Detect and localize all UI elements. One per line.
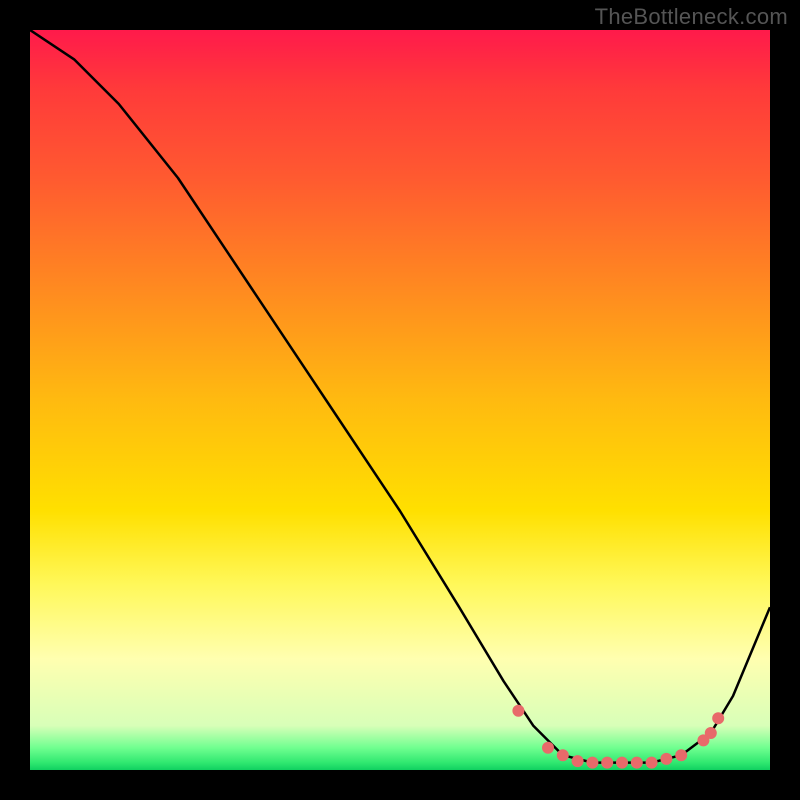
watermark-label: TheBottleneck.com [595, 4, 788, 30]
bottleneck-curve-svg [30, 30, 770, 770]
highlight-marker [661, 753, 672, 764]
highlight-marker [513, 705, 524, 716]
highlight-marker [713, 713, 724, 724]
highlight-marker [617, 757, 628, 768]
highlight-marker [602, 757, 613, 768]
highlight-marker [705, 728, 716, 739]
highlight-marker [572, 756, 583, 767]
highlight-marker [631, 757, 642, 768]
bottleneck-curve-path [30, 30, 770, 763]
highlight-marker [646, 757, 657, 768]
highlight-marker [587, 757, 598, 768]
highlight-marker [543, 742, 554, 753]
highlight-marker [676, 750, 687, 761]
highlight-marker [557, 750, 568, 761]
chart-container: TheBottleneck.com [0, 0, 800, 800]
